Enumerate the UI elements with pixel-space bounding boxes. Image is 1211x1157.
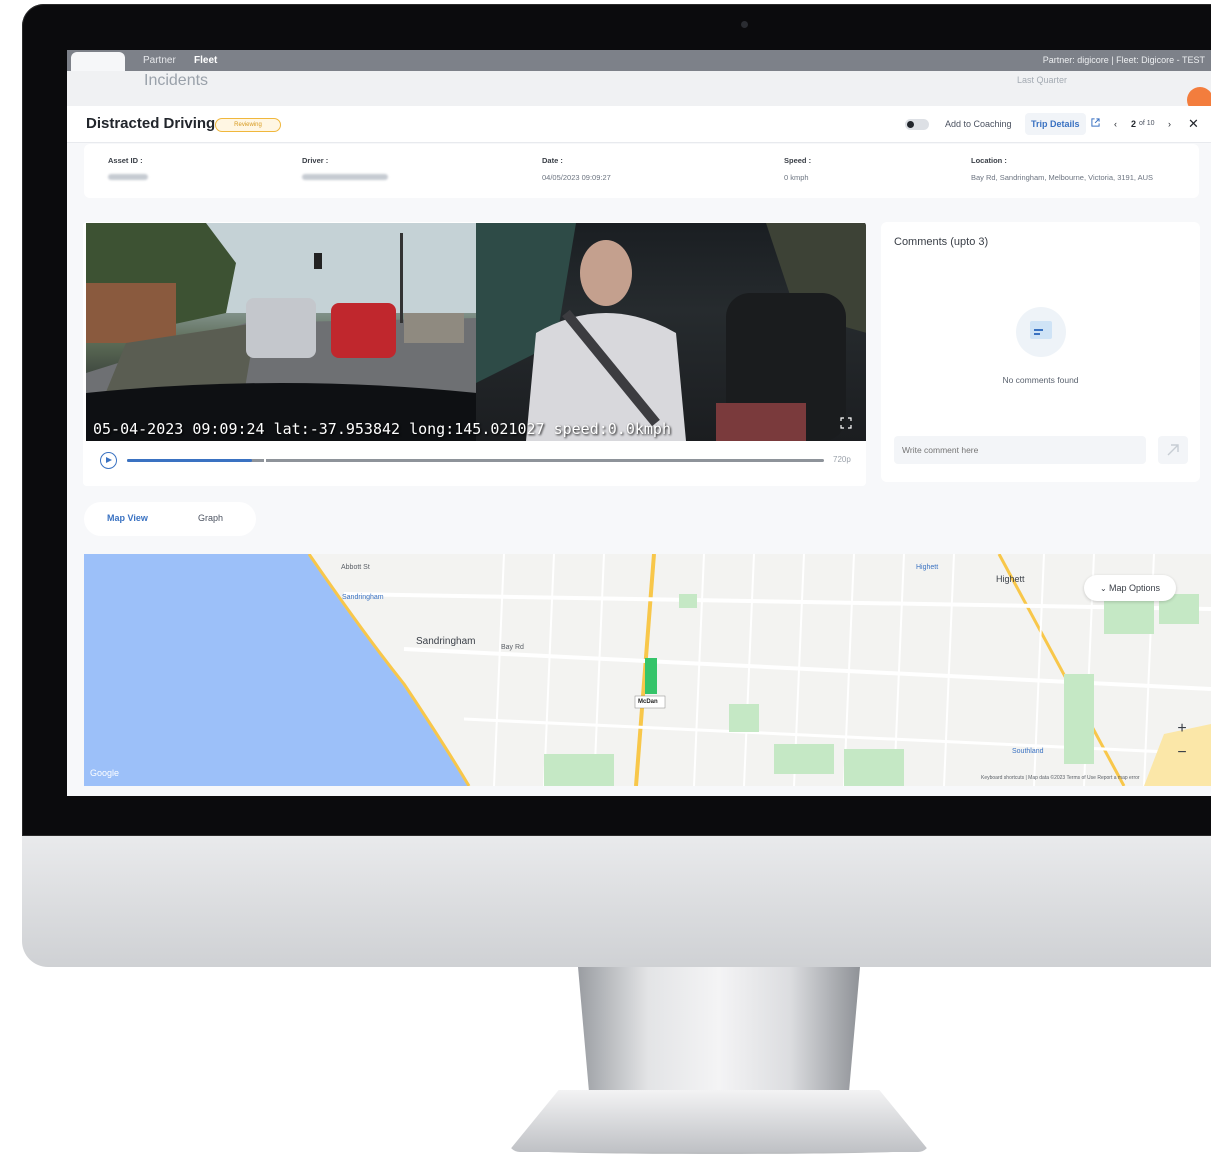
google-logo: Google <box>90 768 120 778</box>
video-quality[interactable]: 720p <box>833 455 851 464</box>
date-label: Date : <box>542 156 563 165</box>
play-icon[interactable] <box>100 452 117 469</box>
empty-comments-icon <box>1016 307 1066 357</box>
speed-label: Speed : <box>784 156 812 165</box>
video-player: 05-04-2023 09:09:24 lat:-37.953842 long:… <box>83 222 866 486</box>
send-icon <box>1167 444 1179 456</box>
incident-info-card: Asset ID : Driver : Date : 04/05/2023 09… <box>84 144 1199 198</box>
status-badge: Reviewing <box>215 118 281 132</box>
vehicle-marker-label: McDan <box>638 699 658 705</box>
page-title: Incidents <box>144 72 209 89</box>
top-nav: Partner Fleet Partner: digicore | Fleet:… <box>67 50 1211 71</box>
coaching-toggle[interactable] <box>905 119 929 130</box>
road-facing-camera <box>86 223 477 441</box>
asset-label: Asset ID : <box>108 156 143 165</box>
player-controls: 720p <box>83 441 866 486</box>
tab-graph[interactable]: Graph <box>198 513 223 523</box>
screen: Partner Fleet Partner: digicore | Fleet:… <box>67 50 1211 796</box>
chevron-down-icon: ⌄ <box>1100 584 1109 593</box>
account-switcher[interactable]: Partner: digicore | Fleet: Digicore - TE… <box>1043 55 1205 65</box>
close-icon[interactable]: ✕ <box>1188 116 1199 132</box>
map-label-bay-rd: Bay Rd <box>501 644 524 651</box>
fullscreen-icon[interactable] <box>840 417 852 429</box>
monitor-stand-neck <box>578 967 860 1095</box>
video-scrubber[interactable] <box>264 456 267 465</box>
map-label-highett: Highett <box>996 574 1025 584</box>
video-progress-fill <box>127 459 253 462</box>
map-label-sandringham-station: Sandringham <box>342 594 384 601</box>
next-incident-icon[interactable]: › <box>1168 119 1171 129</box>
trip-details-button[interactable]: Trip Details <box>1025 113 1086 135</box>
speed-info: Speed : 0 kmph <box>784 156 811 182</box>
map-label-southland: Southland <box>1012 748 1044 755</box>
map-view[interactable]: Sandringham Highett Abbott St Bay Rd San… <box>84 554 1211 786</box>
tab-map-view[interactable]: Map View <box>107 513 148 523</box>
date-value: 04/05/2023 09:09:27 <box>542 173 611 182</box>
date-info: Date : 04/05/2023 09:09:27 <box>542 156 611 182</box>
comments-title: Comments (upto 3) <box>894 236 989 248</box>
previous-incident-icon[interactable]: ‹ <box>1114 119 1117 129</box>
map-label-highett-station: Highett <box>916 564 939 571</box>
view-toggle: Map View Graph <box>84 502 256 536</box>
comment-input[interactable] <box>894 436 1146 464</box>
incident-header: Distracted Driving Reviewing Add to Coac… <box>67 106 1211 143</box>
video-telemetry-overlay: 05-04-2023 09:09:24 lat:-37.953842 long:… <box>93 420 671 438</box>
pager-total: of 10 <box>1139 120 1155 127</box>
empty-comments-text: No comments found <box>1002 375 1079 385</box>
location-info: Location : Bay Rd, Sandringham, Melbourn… <box>971 156 1153 182</box>
zoom-in-button[interactable]: + <box>1169 718 1195 740</box>
incident-title: Distracted Driving <box>86 115 216 132</box>
send-comment-button[interactable] <box>1158 436 1188 464</box>
road-scene <box>86 223 477 441</box>
map-options-label: Map Options <box>1108 583 1160 593</box>
asset-value <box>108 173 148 182</box>
webcam <box>741 21 748 28</box>
cabin-scene <box>476 223 866 441</box>
driver-info: Driver : <box>302 156 388 182</box>
monitor-chin <box>22 836 1211 967</box>
driver-facing-camera <box>476 223 866 441</box>
speed-value: 0 kmph <box>784 173 809 182</box>
video-progress[interactable] <box>127 456 824 465</box>
external-link-icon[interactable] <box>1091 118 1100 127</box>
map-attribution[interactable]: Keyboard shortcuts | Map data ©2023 Term… <box>981 775 1140 781</box>
map-label-sandringham: Sandringham <box>416 636 476 647</box>
zoom-out-button[interactable]: − <box>1169 742 1195 764</box>
asset-info: Asset ID : <box>108 156 148 182</box>
pager-current: 2 <box>1131 119 1137 129</box>
map-label-abbott-st: Abbott St <box>341 564 370 571</box>
driver-value <box>302 173 388 182</box>
map-options-button[interactable]: ⌄ Map Options <box>1084 575 1176 601</box>
incident-panel: Distracted Driving Reviewing Add to Coac… <box>67 106 1211 796</box>
tab-fleet[interactable]: Fleet <box>194 55 217 66</box>
period-select[interactable]: Last Quarter <box>1017 75 1067 85</box>
bay-water <box>84 554 469 786</box>
comments-panel: Comments (upto 3) No comments found <box>881 222 1200 482</box>
location-label: Location : <box>971 156 1007 165</box>
driver-label: Driver : <box>302 156 329 165</box>
toggle-knob <box>907 121 914 128</box>
location-value: Bay Rd, Sandringham, Melbourne, Victoria… <box>971 173 1154 182</box>
tab-partner[interactable]: Partner <box>143 55 176 66</box>
add-to-coaching-button[interactable]: Add to Coaching <box>945 119 1012 129</box>
monitor-stand-foot <box>508 1090 930 1152</box>
